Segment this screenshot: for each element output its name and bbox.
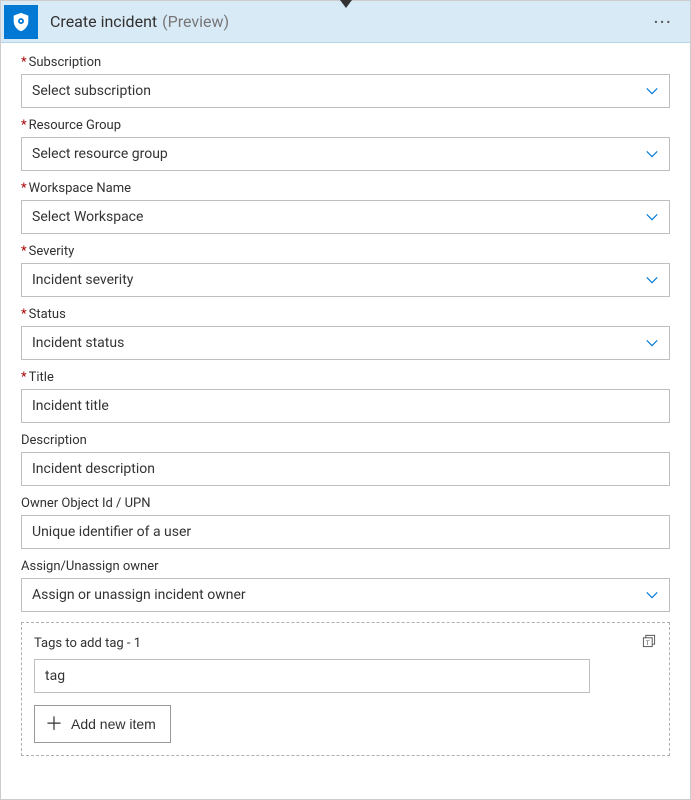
tag-value: tag	[45, 668, 65, 684]
description-input[interactable]: Incident description	[21, 452, 670, 486]
header-suffix: (Preview)	[162, 12, 229, 31]
owner-object-id-input[interactable]: Unique identifier of a user	[21, 515, 670, 549]
severity-value: Incident severity	[32, 272, 133, 288]
chevron-down-icon	[645, 210, 659, 224]
chevron-down-icon	[645, 147, 659, 161]
assign-owner-value: Assign or unassign incident owner	[32, 587, 246, 603]
workspace-name-value: Select Workspace	[32, 209, 143, 225]
status-value: Incident status	[32, 335, 124, 351]
subscription-dropdown[interactable]: Select subscription	[21, 74, 670, 108]
severity-label: Severity	[21, 244, 670, 259]
collapse-caret-icon[interactable]	[340, 0, 352, 8]
workspace-name-label: Workspace Name	[21, 181, 670, 196]
title-input[interactable]: Incident title	[21, 389, 670, 423]
owner-object-id-label: Owner Object Id / UPN	[21, 496, 670, 511]
add-new-item-label: Add new item	[71, 716, 156, 732]
sentinel-shield-icon	[4, 5, 38, 39]
subscription-value: Select subscription	[32, 83, 151, 99]
tag-input[interactable]: tag	[34, 659, 590, 693]
resource-group-value: Select resource group	[32, 146, 168, 162]
workspace-name-dropdown[interactable]: Select Workspace	[21, 200, 670, 234]
owner-object-id-value: Unique identifier of a user	[32, 524, 191, 540]
more-menu-button[interactable]: ···	[645, 13, 680, 31]
title-label: Title	[21, 370, 670, 385]
severity-dropdown[interactable]: Incident severity	[21, 263, 670, 297]
resource-group-dropdown[interactable]: Select resource group	[21, 137, 670, 171]
title-value: Incident title	[32, 398, 109, 414]
chevron-down-icon	[645, 588, 659, 602]
chevron-down-icon	[645, 336, 659, 350]
chevron-down-icon	[645, 84, 659, 98]
dynamic-content-icon[interactable]: T	[641, 633, 657, 653]
plus-icon: ＋	[45, 715, 63, 733]
description-label: Description	[21, 433, 670, 448]
status-dropdown[interactable]: Incident status	[21, 326, 670, 360]
status-label: Status	[21, 307, 670, 322]
resource-group-label: Resource Group	[21, 118, 670, 133]
assign-owner-dropdown[interactable]: Assign or unassign incident owner	[21, 578, 670, 612]
tags-section: Tags to add tag - 1 T tag ＋ Add new item	[21, 622, 670, 756]
tags-label: Tags to add tag - 1	[34, 636, 141, 651]
description-value: Incident description	[32, 461, 155, 477]
header-title: Create incident	[50, 12, 157, 31]
chevron-down-icon	[645, 273, 659, 287]
subscription-label: Subscription	[21, 55, 670, 70]
assign-owner-label: Assign/Unassign owner	[21, 559, 670, 574]
svg-text:T: T	[646, 639, 650, 647]
form-body: Subscription Select subscription Resourc…	[1, 43, 690, 772]
add-new-item-button[interactable]: ＋ Add new item	[34, 705, 171, 743]
